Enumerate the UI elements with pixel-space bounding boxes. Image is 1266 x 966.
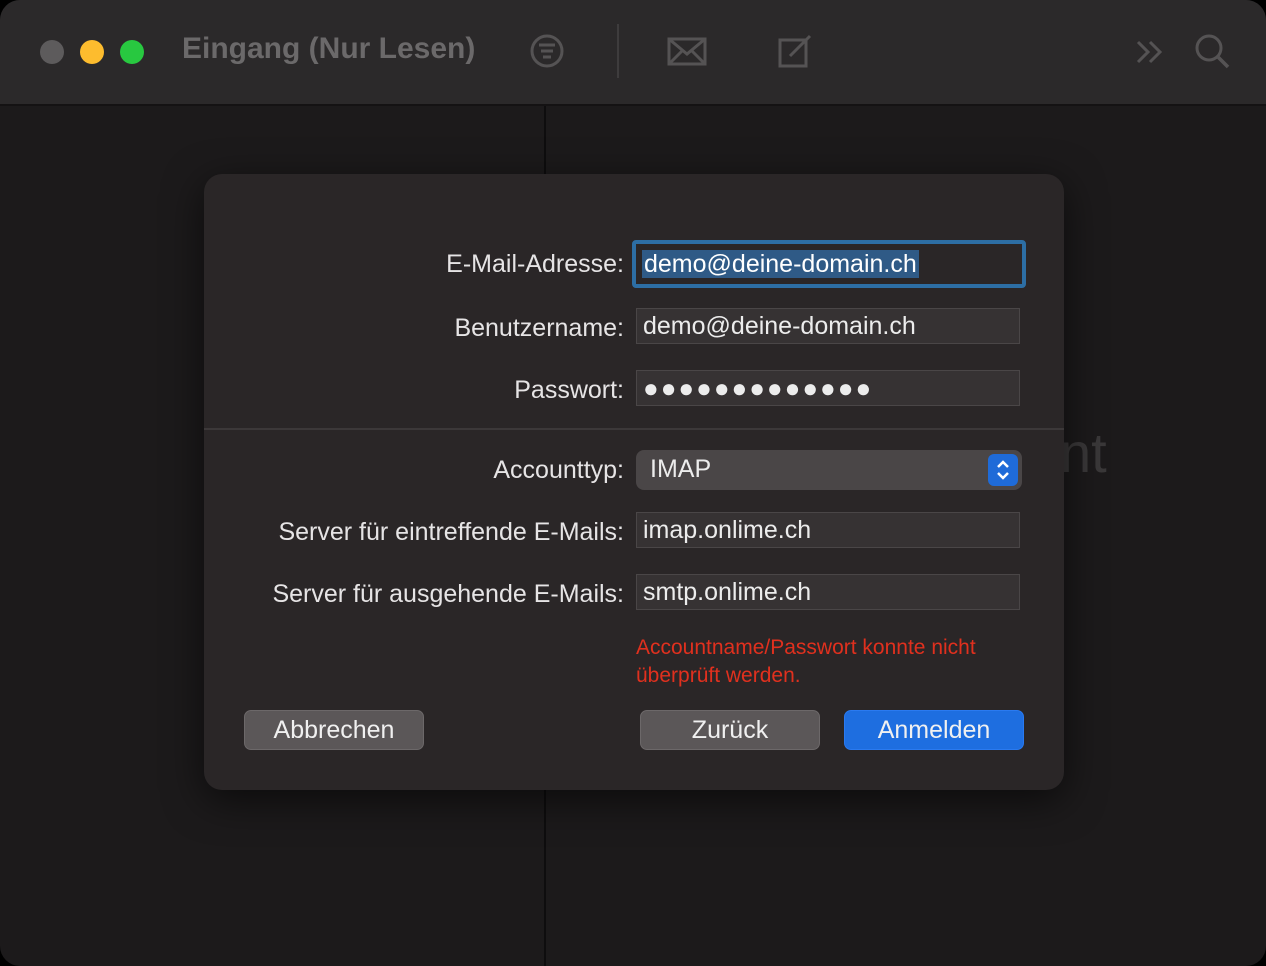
back-button[interactable]: Zurück (640, 710, 820, 750)
email-field[interactable]: demo@deine-domain.ch (632, 240, 1026, 288)
filter-icon[interactable] (528, 30, 566, 77)
password-field[interactable]: ●●●●●●●●●●●●● (636, 370, 1020, 406)
section-divider (204, 428, 1064, 430)
incoming-server-label: Server für eintreffende E-Mails: (278, 518, 624, 546)
search-icon[interactable] (1192, 30, 1232, 77)
outgoing-server-label: Server für ausgehende E-Mails: (272, 580, 624, 608)
title-bar: Eingang (Nur Lesen) (0, 0, 1266, 106)
compose-icon[interactable] (776, 30, 816, 77)
cancel-button[interactable]: Abbrechen (244, 710, 424, 750)
more-chevrons-icon[interactable] (1130, 30, 1170, 77)
email-label: E-Mail-Adresse: (446, 250, 624, 278)
account-type-select[interactable]: IMAP (636, 450, 1022, 490)
password-label: Passwort: (514, 376, 624, 404)
username-label: Benutzername: (454, 314, 624, 342)
username-field[interactable]: demo@deine-domain.ch (636, 308, 1020, 344)
minimize-window-button[interactable] (80, 40, 104, 64)
toolbar-separator (617, 24, 619, 78)
outgoing-server-field[interactable]: smtp.onlime.ch (636, 574, 1020, 610)
email-value: demo@deine-domain.ch (642, 250, 919, 278)
account-setup-sheet: E-Mail-Adresse: demo@deine-domain.ch Ben… (204, 174, 1064, 790)
account-type-value: IMAP (650, 455, 712, 483)
zoom-window-button[interactable] (120, 40, 144, 64)
select-arrows-icon (988, 454, 1018, 486)
close-window-button[interactable] (40, 40, 64, 64)
sign-in-button[interactable]: Anmelden (844, 710, 1024, 750)
account-type-label: Accounttyp: (493, 456, 624, 484)
error-message: Accountname/Passwort konnte nicht überpr… (636, 636, 976, 687)
incoming-server-field[interactable]: imap.onlime.ch (636, 512, 1020, 548)
window-title: Eingang (Nur Lesen) (182, 32, 476, 65)
envelope-icon[interactable] (666, 30, 708, 77)
background-text: nt (1060, 421, 1107, 484)
mail-window: Eingang (Nur Lesen) nt E-Mail-Adresse: d… (0, 0, 1266, 966)
